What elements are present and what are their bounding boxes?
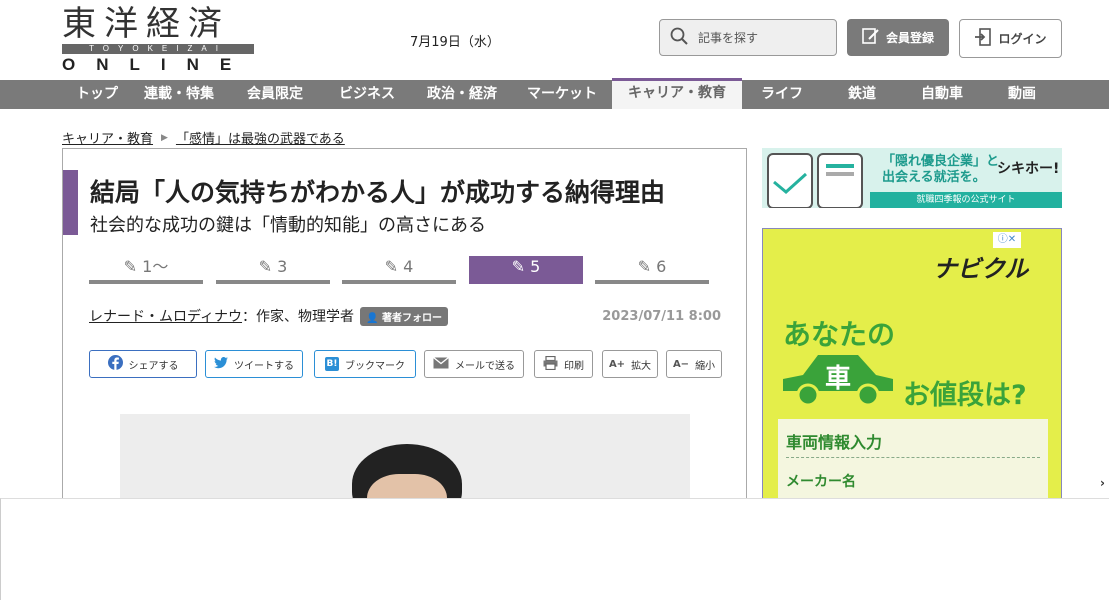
font-enlarge-icon: A+ — [608, 358, 626, 370]
pencil-icon: ✎ — [511, 257, 531, 276]
nav-item-automobile[interactable]: 自動車 — [902, 80, 982, 109]
login-label: ログイン — [998, 32, 1047, 46]
page-link-3[interactable]: ✎ 3 — [216, 256, 330, 284]
page-link-1[interactable]: ✎ 1〜 — [89, 256, 203, 284]
share-facebook-label: シェアする — [128, 360, 179, 372]
register-button[interactable]: 会員登録 — [847, 19, 949, 56]
banner-footer: 就職四季報の公式サイト — [870, 192, 1062, 208]
nav-item-career[interactable]: キャリア・教育 — [612, 78, 742, 109]
nav-item-business[interactable]: ビジネス — [326, 80, 408, 109]
hatena-bookmark-icon: B! — [325, 357, 339, 371]
share-twitter-label: ツイートする — [234, 360, 294, 372]
register-label: 会員登録 — [885, 31, 934, 45]
print-label: 印刷 — [564, 360, 584, 372]
nav-item-market[interactable]: マーケット — [516, 80, 608, 109]
follow-author-button[interactable]: 👤 著者フォロー — [360, 306, 448, 326]
breadcrumb: キャリア・教育 ▶ 「感情」は最強の武器である — [62, 128, 345, 147]
banner-copy-line2: 出会える就活を。 — [882, 170, 986, 185]
shikiho-banner[interactable]: 「隠れ優良企業」と 出会える就活を。 シキホー! 就職四季報の公式サイト — [762, 148, 1062, 208]
nav-item-top[interactable]: トップ — [62, 80, 132, 109]
author-row: レナード・ムロディナウ ：作家、物理学者 👤 著者フォロー 2023/07/11… — [89, 306, 721, 326]
title-accent-bar — [63, 170, 78, 235]
page-label: 5 — [530, 257, 541, 276]
pencil-icon: ✎ — [258, 257, 278, 276]
ad-headline-2: お値段は? — [903, 380, 1027, 411]
smartphones-illustration — [767, 153, 863, 208]
logo-kanji: 東洋経済 — [62, 4, 230, 44]
pencil-icon: ✎ — [123, 257, 143, 276]
advertisement-navikuru[interactable]: ⓘ✕ ナビクル あなたの 車 お値段は? 車両情報入力 メーカー名 — [762, 228, 1062, 508]
article-subtitle: 社会的な成功の鍵は「情動的知能」の高さにある — [90, 215, 486, 236]
article-box: 結局「人の気持ちがわかる人」が成功する納得理由 社会的な成功の鍵は「情動的知能」… — [62, 148, 747, 509]
article-photo — [120, 414, 690, 509]
banner-copy-line1: 「隠れ優良企業」と — [882, 154, 1000, 169]
person-icon: 👤 — [366, 312, 382, 324]
share-mail-button[interactable]: メールで送る — [424, 350, 524, 378]
font-enlarge-label: 拡大 — [631, 360, 652, 372]
ad-form-title: 車両情報入力 — [786, 433, 883, 452]
author-role: ：作家、物理学者 — [242, 309, 355, 325]
nav-item-members[interactable]: 会員限定 — [236, 80, 314, 109]
ad-brand: ナビクル — [933, 255, 1029, 283]
main-nav: トップ 連載・特集 会員限定 ビジネス 政治・経済 マーケット キャリア・教育 … — [0, 78, 1109, 109]
nav-item-railway[interactable]: 鉄道 — [822, 80, 902, 109]
search-box[interactable]: 記事を探す — [659, 19, 837, 56]
ad-form-panel: 車両情報入力 メーカー名 — [778, 419, 1048, 507]
nav-item-series[interactable]: 連載・特集 — [132, 80, 226, 109]
publish-date: 2023/07/11 8:00 — [602, 308, 721, 324]
page-label: 3 — [277, 257, 288, 276]
triangle-right-icon: ▶ — [161, 132, 168, 143]
login-icon — [974, 28, 992, 49]
site-logo[interactable]: 東洋経済 TOYOKEIZAI ONLINE — [62, 4, 254, 74]
ad-maker-label: メーカー名 — [786, 474, 856, 490]
share-hatena-label: ブックマーク — [345, 360, 405, 372]
font-enlarge-button[interactable]: A+ 拡大 — [602, 350, 658, 378]
logo-romaji: TOYOKEIZAI — [62, 44, 254, 54]
nav-item-video[interactable]: 動画 — [982, 80, 1062, 109]
breadcrumb-current[interactable]: 「感情」は最強の武器である — [176, 128, 345, 147]
search-icon — [670, 27, 698, 48]
follow-label: 著者フォロー — [381, 312, 442, 324]
edit-icon — [862, 27, 880, 48]
print-button[interactable]: 印刷 — [534, 350, 593, 378]
site-header: 東洋経済 TOYOKEIZAI ONLINE 7月19日（水） 記事を探す 会員… — [0, 0, 1109, 80]
ad-headline-1: あなたの — [783, 318, 896, 351]
share-twitter-button[interactable]: ツイートする — [205, 350, 303, 378]
share-facebook-button[interactable]: シェアする — [89, 350, 197, 378]
page-link-6[interactable]: ✎ 6 — [595, 256, 709, 284]
pencil-icon: ✎ — [637, 257, 657, 276]
banner-copy: 「隠れ優良企業」と 出会える就活を。 — [882, 154, 999, 186]
mail-icon — [433, 356, 449, 372]
page-label: 4 — [403, 257, 414, 276]
font-shrink-button[interactable]: A− 縮小 — [666, 350, 722, 378]
article-title: 結局「人の気持ちがわかる人」が成功する納得理由 — [90, 178, 666, 207]
share-hatena-button[interactable]: B! ブックマーク — [314, 350, 416, 378]
share-mail-label: メールで送る — [455, 360, 515, 372]
printer-icon — [543, 355, 558, 373]
font-shrink-label: 縮小 — [695, 360, 716, 372]
car-icon: 車 — [783, 355, 893, 407]
font-shrink-icon: A− — [672, 358, 690, 370]
divider — [786, 457, 1040, 458]
nav-item-life[interactable]: ライフ — [742, 80, 822, 109]
breadcrumb-parent[interactable]: キャリア・教育 — [62, 128, 153, 147]
page-link-4[interactable]: ✎ 4 — [342, 256, 456, 284]
ad-choices-icon[interactable]: ⓘ✕ — [993, 232, 1021, 248]
logo-online: ONLINE — [62, 55, 253, 74]
page-link-5[interactable]: ✎ 5 — [469, 256, 583, 284]
current-date: 7月19日（水） — [410, 35, 500, 50]
nav-item-politics[interactable]: 政治・経済 — [414, 80, 510, 109]
pencil-icon: ✎ — [384, 257, 404, 276]
login-button[interactable]: ログイン — [959, 19, 1062, 58]
banner-brand: シキホー! — [997, 161, 1060, 177]
page-label: 6 — [656, 257, 667, 276]
facebook-icon — [107, 355, 123, 373]
author-name[interactable]: レナード・ムロディナウ — [89, 306, 242, 326]
bottom-overlay-panel — [0, 498, 1109, 600]
chevron-right-icon[interactable]: › — [1096, 470, 1109, 496]
search-placeholder: 記事を探す — [698, 31, 759, 45]
twitter-icon — [214, 356, 228, 372]
ad-car-character: 車 — [825, 364, 851, 394]
page-label: 1〜 — [142, 257, 169, 276]
